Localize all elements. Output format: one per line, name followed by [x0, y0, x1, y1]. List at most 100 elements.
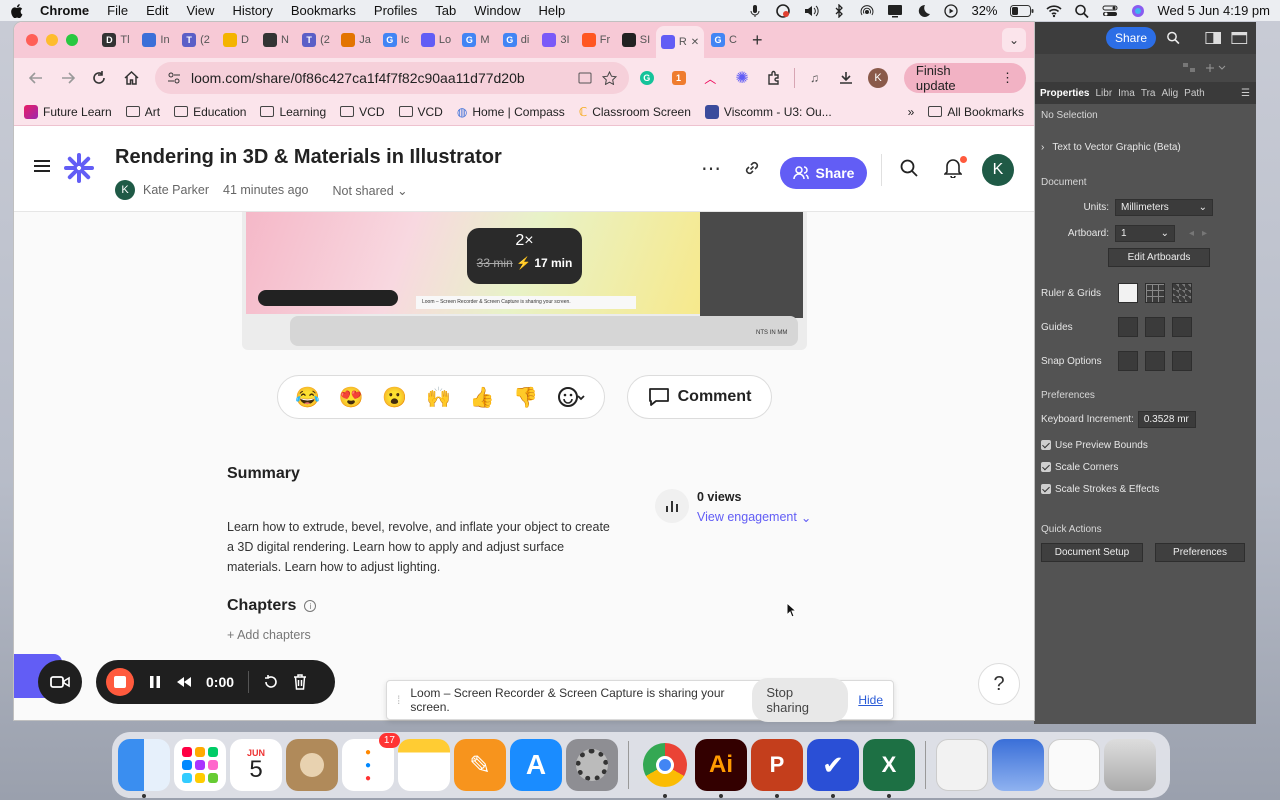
- extension-badge-icon[interactable]: 1: [665, 64, 693, 92]
- lock-guides-icon[interactable]: [1145, 317, 1165, 337]
- illustrator-search-icon[interactable]: [1166, 30, 1181, 46]
- menu-window[interactable]: Window: [474, 3, 520, 18]
- browser-tab[interactable]: Lo: [416, 26, 456, 54]
- menu-bookmarks[interactable]: Bookmarks: [291, 3, 356, 18]
- hamburger-menu-icon[interactable]: [34, 160, 50, 172]
- menu-help[interactable]: Help: [539, 3, 566, 18]
- browser-tab[interactable]: Gdi: [496, 26, 536, 54]
- illustrator-share-button[interactable]: Share: [1106, 27, 1157, 49]
- analytics-icon[interactable]: [655, 489, 689, 523]
- forward-button[interactable]: [54, 64, 82, 92]
- contacts-icon[interactable]: [286, 739, 338, 791]
- close-window-button[interactable]: [26, 34, 38, 46]
- panel-layout-icon[interactable]: [1231, 31, 1248, 45]
- add-reaction-icon[interactable]: [557, 385, 587, 409]
- minimize-window-button[interactable]: [46, 34, 58, 46]
- workspace-icon[interactable]: [1205, 31, 1222, 45]
- browser-tab[interactable]: In: [136, 26, 176, 54]
- close-tab-icon[interactable]: ✕: [691, 37, 699, 48]
- browser-tab[interactable]: 3I: [536, 26, 576, 54]
- viscomm-app-icon[interactable]: ✔: [807, 739, 859, 798]
- browser-tab[interactable]: GC: [704, 26, 744, 54]
- siri-icon[interactable]: [1130, 4, 1146, 18]
- bookmark-vcd-2[interactable]: VCD: [398, 105, 443, 119]
- wifi-icon[interactable]: [1045, 4, 1062, 18]
- browser-tab[interactable]: SI: [616, 26, 656, 54]
- copy-link-icon[interactable]: [743, 159, 761, 177]
- bookmark-classroom-screen[interactable]: ℂ Classroom Screen: [579, 105, 691, 119]
- bookmark-viscomm[interactable]: Viscomm - U3: Ou...: [704, 104, 832, 119]
- snap-dropdown-icon[interactable]: [1204, 62, 1226, 74]
- site-info-icon[interactable]: [167, 71, 181, 85]
- menu-file[interactable]: File: [107, 3, 128, 18]
- edit-artboards-button[interactable]: Edit Artboards: [1108, 248, 1210, 267]
- next-artboard-icon[interactable]: ▸: [1202, 228, 1207, 239]
- adobe-illustrator-icon[interactable]: Ai: [695, 739, 747, 798]
- pause-icon[interactable]: [148, 675, 162, 689]
- keyboard-increment-input[interactable]: 0.3528 mr: [1137, 410, 1196, 428]
- menu-view[interactable]: View: [186, 3, 214, 18]
- show-guides-icon[interactable]: [1118, 317, 1138, 337]
- extension-wave-icon[interactable]: ︿: [696, 64, 724, 92]
- rewind-icon[interactable]: [176, 676, 192, 688]
- tab-libraries[interactable]: Libr: [1095, 88, 1112, 99]
- extension-loom-icon[interactable]: ✺: [728, 64, 756, 92]
- spotlight-search-icon[interactable]: [1074, 4, 1090, 18]
- all-bookmarks-folder[interactable]: All Bookmarks: [928, 105, 1024, 119]
- focus-moon-icon[interactable]: [915, 4, 931, 18]
- browser-tab[interactable]: D: [216, 26, 256, 54]
- reminders-icon[interactable]: 17 ● ● ●: [342, 733, 400, 791]
- screen-share-icon[interactable]: [775, 3, 791, 18]
- notes-icon[interactable]: [398, 739, 450, 791]
- microphone-icon[interactable]: [747, 4, 763, 18]
- back-button[interactable]: [22, 64, 50, 92]
- snap-to-grid-icon[interactable]: [1145, 351, 1165, 371]
- browser-tab[interactable]: GM: [456, 26, 496, 54]
- apple-icon[interactable]: [10, 3, 24, 18]
- scale-strokes-checkbox[interactable]: Scale Strokes & Effects: [1034, 479, 1256, 499]
- url-text[interactable]: loom.com/share/0f86c427ca1f4f7f82c90aa11…: [191, 70, 568, 86]
- units-select[interactable]: Millimeters ⌄: [1115, 198, 1213, 216]
- calendar-icon[interactable]: JUN 5: [230, 739, 282, 791]
- bookmark-vcd-1[interactable]: VCD: [340, 105, 385, 119]
- trash-icon[interactable]: [293, 674, 307, 690]
- address-bar[interactable]: loom.com/share/0f86c427ca1f4f7f82c90aa11…: [155, 62, 629, 94]
- profile-avatar[interactable]: K: [864, 64, 892, 92]
- menu-edit[interactable]: Edit: [146, 3, 168, 18]
- snap-to-point-icon[interactable]: [1118, 351, 1138, 371]
- author-avatar[interactable]: K: [115, 180, 135, 200]
- media-controls-icon[interactable]: ♫: [801, 64, 829, 92]
- grid-icon[interactable]: [1145, 283, 1165, 303]
- media-play-icon[interactable]: [943, 3, 959, 18]
- reaction-laugh[interactable]: 😂: [295, 385, 320, 410]
- bookmark-learning[interactable]: Learning: [260, 105, 326, 119]
- reaction-raised-hands[interactable]: 🙌: [426, 385, 451, 410]
- airdrop-icon[interactable]: [859, 4, 875, 18]
- transparency-grid-icon[interactable]: [1172, 283, 1192, 303]
- menu-tab[interactable]: Tab: [435, 3, 456, 18]
- stop-sharing-button[interactable]: Stop sharing: [752, 678, 849, 722]
- arrange-icon[interactable]: [1182, 62, 1196, 74]
- downloads-stack-icon[interactable]: [992, 739, 1044, 791]
- extensions-puzzle-icon[interactable]: [760, 64, 788, 92]
- ruler-icon[interactable]: [1118, 283, 1138, 303]
- new-tab-button[interactable]: +: [752, 30, 763, 51]
- bookmark-future-learn[interactable]: Future Learn: [24, 104, 112, 119]
- battery-icon[interactable]: [1009, 4, 1034, 17]
- use-preview-bounds-checkbox[interactable]: Use Preview Bounds: [1034, 435, 1256, 455]
- excel-icon[interactable]: X: [863, 739, 915, 798]
- recent-files-icon[interactable]: [1048, 739, 1100, 791]
- camera-toggle-button[interactable]: [38, 660, 82, 704]
- restart-icon[interactable]: [263, 674, 279, 690]
- browser-tab[interactable]: T (2: [176, 26, 216, 54]
- document-setup-button[interactable]: Document Setup: [1041, 543, 1143, 562]
- share-status-dropdown[interactable]: Not shared ⌄: [333, 183, 408, 198]
- trash-icon[interactable]: [1104, 739, 1156, 791]
- loom-logo-icon[interactable]: [64, 153, 94, 183]
- bookmark-art[interactable]: Art: [125, 105, 160, 119]
- reload-button[interactable]: [86, 64, 114, 92]
- notifications-button[interactable]: [944, 156, 967, 178]
- downloads-icon[interactable]: [832, 64, 860, 92]
- browser-tab[interactable]: Fr: [576, 26, 616, 54]
- stop-recording-button[interactable]: [106, 668, 134, 696]
